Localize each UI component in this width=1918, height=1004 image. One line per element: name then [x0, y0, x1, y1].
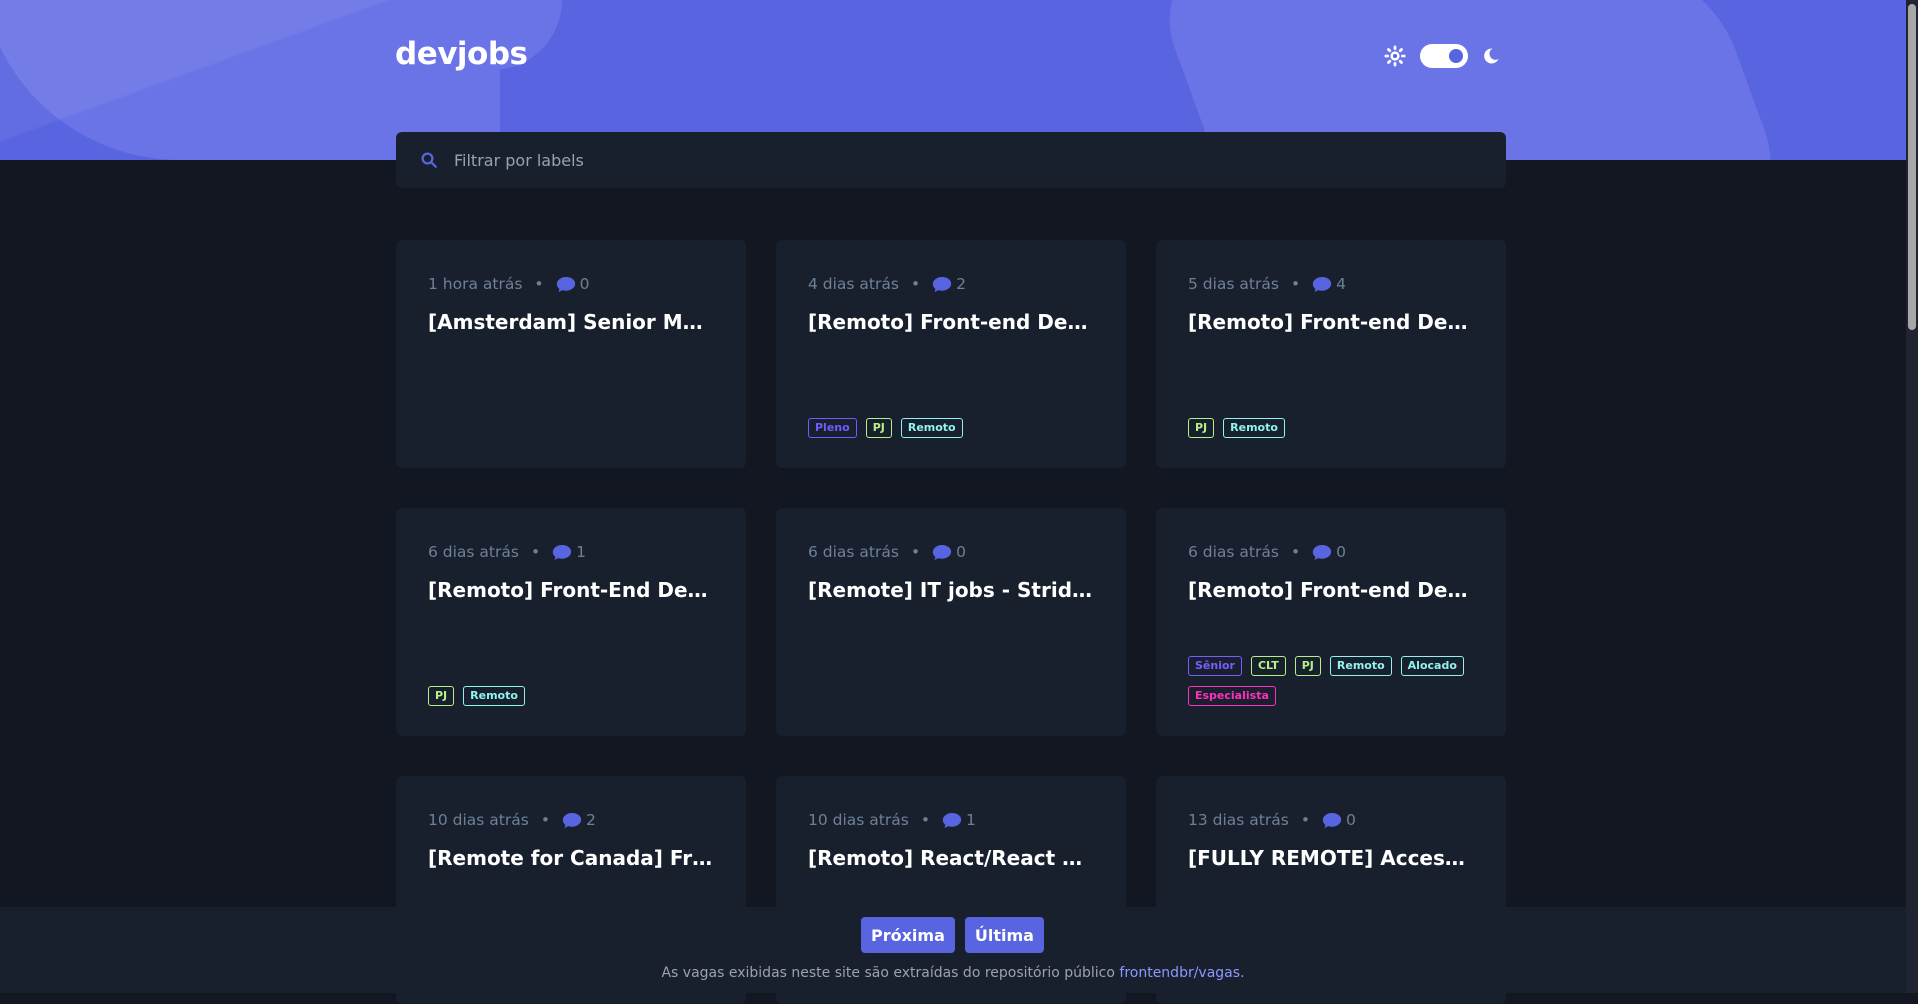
footer-note: As vagas exibidas neste site são extraíd… — [0, 965, 1906, 981]
job-title[interactable]: [Remote] IT jobs - Strider — [808, 578, 1094, 602]
job-tag[interactable]: Alocado — [1400, 656, 1464, 676]
job-time: 6 dias atrás — [808, 543, 899, 561]
search-bar — [396, 132, 1506, 188]
job-tag[interactable]: Sênior — [1188, 656, 1242, 676]
search-input[interactable] — [452, 149, 1356, 171]
job-meta: 6 dias atrás • 1 — [428, 542, 714, 562]
comment-count: 4 — [1336, 275, 1346, 293]
comment-icon — [556, 276, 576, 293]
comment-count: 0 — [1345, 811, 1356, 829]
job-card[interactable]: 5 dias atrás • 4 [Remoto] Front-end Develop… — [1156, 240, 1506, 468]
job-meta: 6 dias atrás • 0 — [1188, 542, 1474, 562]
job-tag[interactable]: Remoto — [900, 418, 963, 438]
comment-icon — [552, 544, 572, 561]
job-card[interactable]: 6 dias atrás • 0 [Remote] IT jobs - Strider — [776, 508, 1126, 736]
job-time: 6 dias atrás — [1188, 543, 1279, 561]
job-title[interactable]: [Remoto] React/React Native Developer — [808, 846, 1094, 870]
job-meta: 10 dias atrás • 2 — [428, 810, 714, 830]
job-title[interactable]: [FULLY REMOTE] Accessibility Engineer — [1188, 846, 1474, 870]
job-time: 5 dias atrás — [1188, 275, 1279, 293]
job-tag[interactable]: Especialista — [1188, 686, 1276, 706]
job-card[interactable]: 1 hora atrás • 0 [Amsterdam] Senior Mobile … — [396, 240, 746, 468]
separator-dot: • — [1290, 543, 1301, 561]
separator-dot: • — [534, 275, 544, 293]
job-title[interactable]: [Remoto] Front-end Developer — [1188, 310, 1474, 334]
job-title[interactable]: [Remoto] Front-end Developer — [1188, 578, 1474, 602]
job-time: 1 hora atrás — [428, 275, 523, 293]
job-tags: Sênior CLT PJ Remoto Alocado Especialista — [1188, 656, 1478, 706]
job-time: 13 dias atrás — [1188, 811, 1289, 829]
job-meta: 6 dias atrás • 0 — [808, 542, 1094, 562]
search-icon — [420, 151, 438, 169]
separator-dot: • — [1300, 811, 1310, 829]
job-title[interactable]: [Remoto] Front-End Developer — [428, 578, 714, 602]
separator-dot: • — [1290, 275, 1301, 293]
last-page-button[interactable]: Última — [964, 917, 1044, 953]
scrollbar-thumb[interactable] — [1908, 4, 1916, 330]
comment-icon — [562, 812, 582, 829]
job-tag[interactable]: PJ — [1188, 418, 1215, 438]
footer-text: As vagas exibidas neste site são extraíd… — [661, 965, 1120, 981]
job-time: 4 dias atrás — [808, 275, 899, 293]
job-tag[interactable]: Remoto — [1329, 656, 1392, 676]
separator-dot: • — [910, 543, 921, 561]
separator-dot: • — [910, 275, 921, 293]
job-title[interactable]: [Remoto] Front-end Developer — [808, 310, 1094, 334]
job-tags: PJ Remoto — [1188, 418, 1478, 438]
job-tag[interactable]: Remoto — [1223, 418, 1285, 438]
comment-icon — [1322, 812, 1342, 829]
job-tag[interactable]: Pleno — [808, 418, 857, 438]
moon-icon — [1482, 47, 1500, 65]
separator-dot: • — [920, 811, 930, 829]
theme-switch-knob — [1449, 49, 1463, 63]
comment-count: 1 — [576, 543, 586, 561]
job-time: 6 dias atrás — [428, 543, 519, 561]
theme-toggle[interactable] — [1384, 44, 1500, 68]
scrollbar[interactable] — [1906, 0, 1918, 993]
job-meta: 5 dias atrás • 4 — [1188, 274, 1474, 294]
job-title[interactable]: [Amsterdam] Senior Mobile Engineer — [428, 310, 714, 334]
job-tag[interactable]: CLT — [1250, 656, 1286, 676]
repo-link[interactable]: frontendbr/vagas — [1119, 965, 1240, 981]
comment-icon — [942, 812, 962, 829]
separator-dot: • — [540, 811, 550, 829]
next-page-button[interactable]: Próxima — [861, 917, 955, 953]
separator-dot: • — [530, 543, 541, 561]
job-tag[interactable]: PJ — [428, 686, 455, 706]
comment-count: 0 — [956, 543, 966, 561]
job-time: 10 dias atrás — [428, 811, 529, 829]
pagination-bar: Próxima Última As vagas exibidas neste s… — [0, 907, 1906, 993]
job-meta: 4 dias atrás • 2 — [808, 274, 1094, 294]
footer-period: . — [1240, 965, 1245, 981]
job-meta: 1 hora atrás • 0 — [428, 274, 714, 294]
comment-count: 2 — [956, 275, 966, 293]
comment-count: 0 — [579, 275, 590, 293]
job-tag[interactable]: PJ — [865, 418, 892, 438]
job-meta: 10 dias atrás • 1 — [808, 810, 1094, 830]
job-tag[interactable]: PJ — [1294, 656, 1321, 676]
job-tags: Pleno PJ Remoto — [808, 418, 1098, 438]
sun-icon — [1384, 45, 1406, 67]
comment-icon — [1312, 544, 1332, 561]
job-tag[interactable]: Remoto — [463, 686, 525, 706]
job-card[interactable]: 6 dias atrás • 0 [Remoto] Front-end Develop… — [1156, 508, 1506, 736]
comment-icon — [1312, 276, 1332, 293]
job-time: 10 dias atrás — [808, 811, 909, 829]
job-card[interactable]: 6 dias atrás • 1 [Remoto] Front-End Develop… — [396, 508, 746, 736]
comment-count: 1 — [965, 811, 976, 829]
job-meta: 13 dias atrás • 0 — [1188, 810, 1474, 830]
comment-count: 2 — [585, 811, 596, 829]
job-grid: 1 hora atrás • 0 [Amsterdam] Senior Mobile … — [396, 240, 1506, 1004]
comment-icon — [932, 544, 952, 561]
job-tags: PJ Remoto — [428, 686, 718, 706]
comment-count: 0 — [1336, 543, 1346, 561]
job-title[interactable]: [Remote for Canada] Frontend Developer — [428, 846, 714, 870]
job-card[interactable]: 4 dias atrás • 2 [Remoto] Front-end Develop… — [776, 240, 1126, 468]
theme-switch[interactable] — [1420, 44, 1468, 68]
site-logo[interactable]: devjobs — [395, 36, 528, 72]
comment-icon — [932, 276, 952, 293]
